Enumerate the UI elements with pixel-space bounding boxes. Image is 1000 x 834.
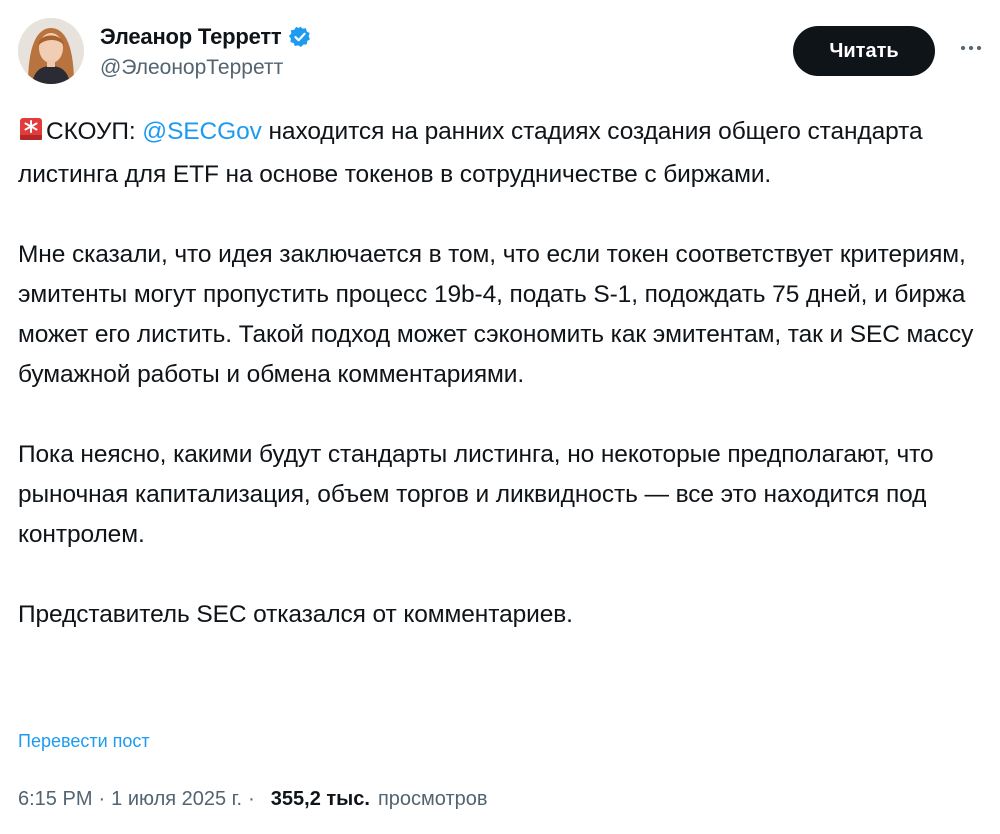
tweet-paragraph-1: СКОУП: @SECGov находится на ранних стади… xyxy=(18,112,983,195)
display-name[interactable]: Элеанор Терретт xyxy=(100,24,282,50)
tweet-text: СКОУП: @SECGov находится на ранних стади… xyxy=(18,112,983,635)
follow-button[interactable]: Читать xyxy=(793,26,935,76)
post-time[interactable]: 6:15 PM xyxy=(18,788,92,811)
translate-post-link[interactable]: Перевести пост xyxy=(18,731,150,752)
meta-separator: · xyxy=(98,788,106,810)
tweet-paragraph-3: Пока неясно, какими будут стандарты лист… xyxy=(18,441,934,548)
siren-emoji-icon xyxy=(18,115,44,155)
avatar[interactable] xyxy=(18,18,84,84)
meta-separator-2: · xyxy=(248,788,255,810)
tweet-meta: 6:15 PM · 1 июля 2025 г. · 355,2 тыс. пр… xyxy=(18,788,487,811)
handle[interactable]: @ЭлеонорТерретт xyxy=(100,56,312,80)
more-dots-icon[interactable] xyxy=(953,38,989,58)
verified-badge-icon xyxy=(288,25,312,49)
scoop-prefix: СКОУП: xyxy=(46,118,143,145)
tweet-header: Элеанор Терретт @ЭлеонорТерретт Читать xyxy=(18,18,982,88)
mention-link[interactable]: @SECGov xyxy=(142,118,262,145)
tweet-paragraph-2: Мне сказали, что идея заключается в том,… xyxy=(18,241,974,388)
views-label: просмотров xyxy=(377,788,488,810)
author-block: Элеанор Терретт @ЭлеонорТерретт xyxy=(100,24,312,80)
post-date[interactable]: 1 июля 2025 г. xyxy=(111,788,242,811)
tweet-paragraph-4: Представитель SEC отказался от комментар… xyxy=(18,601,573,628)
views-count[interactable]: 355,2 тыс. xyxy=(271,788,370,811)
